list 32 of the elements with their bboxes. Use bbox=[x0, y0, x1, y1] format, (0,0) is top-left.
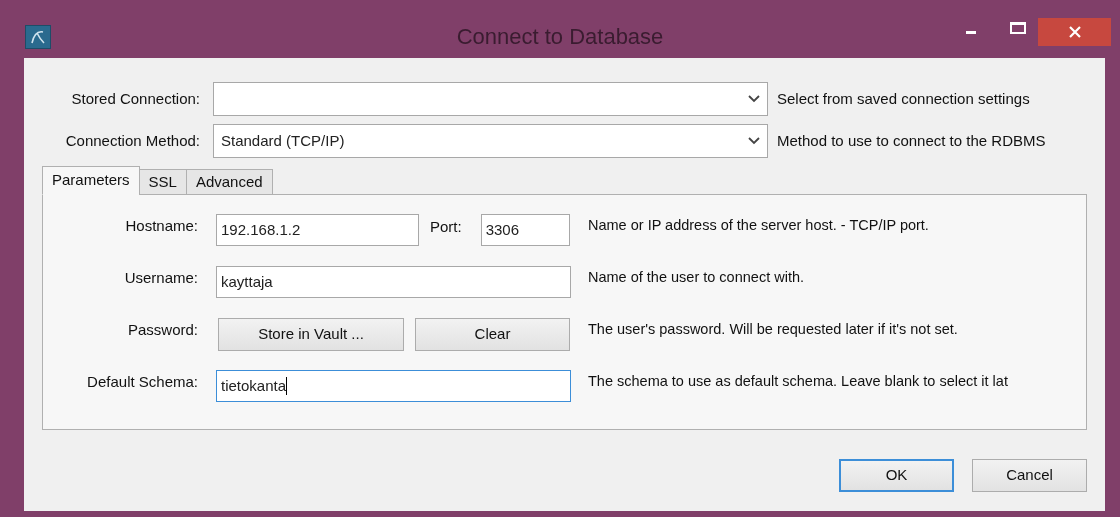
chevron-down-icon bbox=[748, 137, 760, 145]
tab[interactable]: Parameters bbox=[42, 166, 140, 195]
field-label: Stored Connection: bbox=[70, 88, 200, 109]
help-text: The schema to use as default schema. Leave blank to select it lat bbox=[588, 372, 1008, 391]
hostname-field[interactable]: 192.168.1.2 bbox=[216, 214, 419, 246]
clear-button[interactable]: Clear bbox=[415, 317, 570, 351]
window-title: Connect to Database bbox=[456, 23, 664, 51]
dialog-button[interactable]: OK bbox=[839, 459, 954, 492]
text-cursor bbox=[286, 377, 288, 395]
port-field[interactable]: 3306 bbox=[480, 214, 570, 246]
chevron-down-icon bbox=[748, 95, 760, 103]
field-label: Password: bbox=[126, 320, 198, 340]
close-icon bbox=[1068, 26, 1081, 38]
help-text: Select from saved connection settings bbox=[777, 88, 1030, 109]
help-text: Name of the user to connect with. bbox=[588, 268, 804, 287]
input-field[interactable]: tietokanta bbox=[216, 370, 571, 402]
tab[interactable]: Advanced bbox=[185, 169, 273, 195]
field-label: Hostname: bbox=[124, 216, 198, 236]
help-text: Name or IP address of the server host. - TCP/IP port. bbox=[588, 216, 929, 235]
help-text: The user's password. Will be requested later if it's not set. bbox=[588, 320, 958, 339]
close-button[interactable] bbox=[1038, 18, 1111, 46]
field-label: Connection Method: bbox=[64, 130, 200, 151]
help-text: Method to use to connect to the RDBMS bbox=[777, 130, 1046, 151]
input-field[interactable]: kayttaja bbox=[216, 266, 571, 298]
field-label: Username: bbox=[123, 268, 198, 288]
dropdown[interactable]: Standard (TCP/IP) bbox=[213, 124, 768, 158]
field-label: Default Schema: bbox=[86, 372, 198, 392]
tab[interactable]: SSL bbox=[138, 169, 187, 195]
app-icon bbox=[25, 25, 51, 49]
dialog-button[interactable]: Cancel bbox=[972, 459, 1087, 492]
store-in-vault-button[interactable]: Store in Vault ... bbox=[218, 317, 404, 351]
field-label: Port: bbox=[430, 217, 462, 237]
